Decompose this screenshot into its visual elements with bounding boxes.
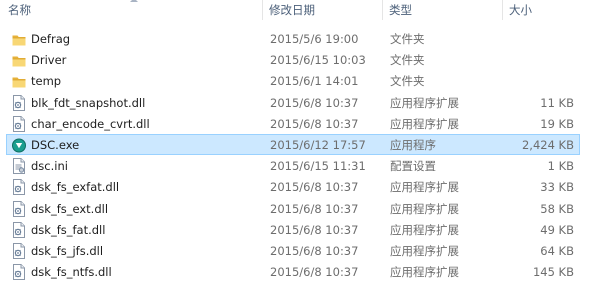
ini-file-icon — [12, 158, 26, 175]
dll-file-icon — [12, 179, 26, 196]
column-divider[interactable] — [502, 0, 503, 20]
column-header-bar: 名称 修改日期 类型 大小 — [0, 0, 604, 22]
file-size: 33 KB — [540, 180, 574, 195]
file-modified-date: 2015/6/8 10:37 — [270, 244, 359, 258]
file-row[interactable]: char_encode_cvrt.dll 2015/6/8 10:37 应用程序扩展… — [6, 113, 580, 134]
file-type: 配置设置 — [390, 159, 436, 174]
file-name: blk_fdt_snapshot.dll — [31, 95, 146, 110]
app-exe-icon — [12, 137, 26, 153]
dll-file-icon — [12, 115, 26, 132]
file-row[interactable]: blk_fdt_snapshot.dll 2015/6/8 10:37 应用程序扩展… — [6, 92, 580, 113]
file-row[interactable]: dsk_fs_ext.dll 2015/6/8 10:37 应用程序扩展 58 KB — [6, 198, 580, 219]
file-name: dsk_fs_jfs.dll — [31, 244, 104, 258]
dll-file-icon — [12, 243, 26, 259]
file-modified-date: 2015/6/8 10:37 — [270, 180, 359, 195]
file-modified-date: 2015/6/8 10:37 — [270, 95, 359, 110]
file-modified-date: 2015/6/8 10:37 — [270, 201, 359, 216]
file-name: char_encode_cvrt.dll — [31, 116, 150, 131]
file-row[interactable]: Defrag 2015/5/6 19:00 文件夹 — [6, 28, 580, 49]
file-row[interactable]: dsk_fs_jfs.dll 2015/6/8 10:37 应用程序扩展 64 KB — [6, 240, 580, 261]
file-name: dsk_fs_ntfs.dll — [31, 265, 112, 280]
file-row[interactable]: dsk_fs_exfat.dll 2015/6/8 10:37 应用程序扩展 33 K… — [6, 176, 580, 197]
folder-icon — [12, 31, 26, 47]
file-row[interactable]: dsk_fs_fat.dll 2015/6/8 10:37 应用程序扩展 49 KB — [6, 219, 580, 240]
file-name: dsc.ini — [31, 159, 68, 174]
file-row[interactable]: dsc.ini 2015/6/15 11:31 配置设置 1 KB — [6, 155, 580, 176]
file-type: 文件夹 — [390, 32, 425, 46]
file-modified-date: 2015/6/1 14:01 — [270, 74, 359, 89]
file-name: dsk_fs_ext.dll — [31, 201, 109, 216]
file-type: 应用程序扩展 — [390, 265, 459, 280]
file-size: 49 KB — [540, 222, 574, 237]
file-size: 11 KB — [540, 95, 574, 110]
dll-file-icon — [12, 94, 26, 111]
file-type: 文件夹 — [390, 74, 425, 89]
folder-icon — [12, 52, 26, 68]
file-type: 应用程序扩展 — [390, 95, 459, 110]
file-type: 应用程序扩展 — [390, 116, 459, 131]
file-type: 文件夹 — [390, 53, 425, 68]
dll-file-icon — [12, 221, 26, 238]
file-row[interactable]: dsk_fs_ntfs.dll 2015/6/8 10:37 应用程序扩展 145 K… — [6, 261, 580, 282]
file-size: 64 KB — [540, 244, 574, 258]
file-modified-date: 2015/6/15 10:03 — [270, 53, 366, 68]
dll-file-icon — [12, 200, 26, 217]
file-size: 1 KB — [547, 159, 574, 174]
file-row[interactable]: temp 2015/6/1 14:01 文件夹 — [6, 70, 580, 91]
file-type: 应用程序扩展 — [390, 244, 459, 258]
column-header-type[interactable]: 类型 — [389, 2, 412, 18]
file-name: dsk_fs_exfat.dll — [31, 180, 120, 195]
file-size: 19 KB — [540, 116, 574, 131]
file-size: 2,424 KB — [521, 138, 574, 152]
file-explorer-list: 名称 修改日期 类型 大小 Defrag 2015/5/6 19:00 文件夹 Dri… — [0, 0, 604, 282]
column-header-size[interactable]: 大小 — [509, 2, 532, 18]
folder-icon — [12, 73, 26, 89]
column-header-name[interactable]: 名称 — [8, 2, 31, 18]
file-name: DSC.exe — [31, 138, 80, 152]
file-modified-date: 2015/6/8 10:37 — [270, 265, 359, 280]
file-name: dsk_fs_fat.dll — [31, 222, 106, 237]
file-size: 58 KB — [540, 201, 574, 216]
file-type: 应用程序扩展 — [390, 201, 459, 216]
file-type: 应用程序 — [390, 138, 436, 152]
file-type: 应用程序扩展 — [390, 180, 459, 195]
file-size: 145 KB — [532, 265, 574, 280]
sort-indicator-icon — [130, 0, 138, 2]
file-name: temp — [31, 74, 62, 89]
file-modified-date: 2015/6/15 11:31 — [270, 159, 366, 174]
file-modified-date: 2015/6/12 17:57 — [270, 138, 366, 152]
column-divider[interactable] — [382, 0, 383, 20]
column-divider[interactable] — [262, 0, 263, 20]
file-type: 应用程序扩展 — [390, 222, 459, 237]
file-row[interactable]: Driver 2015/6/15 10:03 文件夹 — [6, 49, 580, 70]
dll-file-icon — [12, 264, 26, 281]
file-name: Defrag — [31, 32, 71, 46]
file-modified-date: 2015/5/6 19:00 — [270, 32, 359, 46]
file-modified-date: 2015/6/8 10:37 — [270, 222, 359, 237]
file-name: Driver — [31, 53, 67, 68]
column-header-date[interactable]: 修改日期 — [269, 2, 315, 18]
file-modified-date: 2015/6/8 10:37 — [270, 116, 359, 131]
file-row[interactable]: DSC.exe 2015/6/12 17:57 应用程序 2,424 KB — [6, 134, 580, 155]
